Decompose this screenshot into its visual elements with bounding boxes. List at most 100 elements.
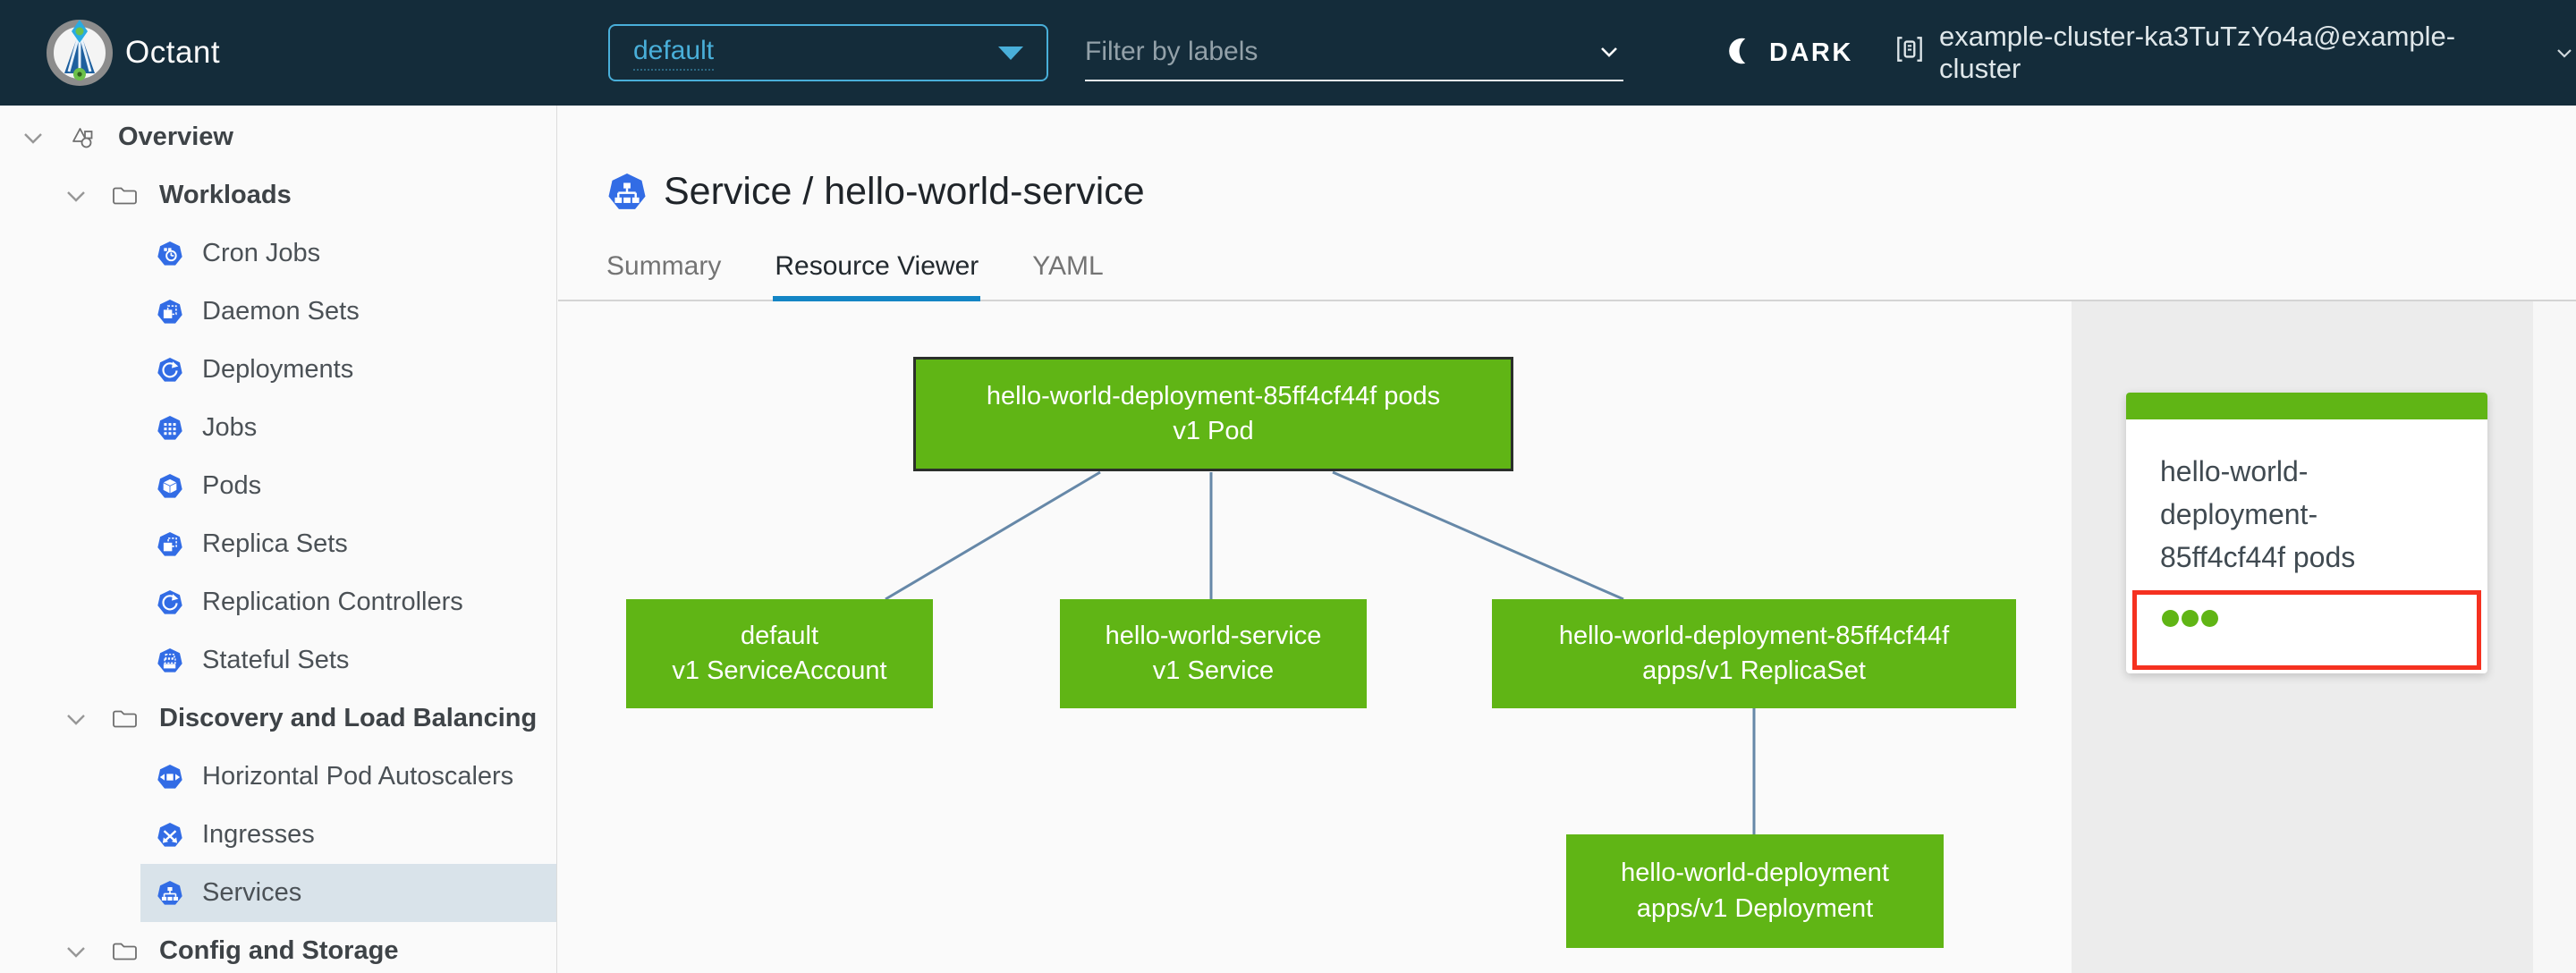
sidebar-item-label: Services: [202, 878, 302, 907]
node-kind: apps/v1 Deployment: [1636, 893, 1874, 923]
chevron-down-icon[interactable]: [64, 184, 91, 207]
page-header: Service / hello-world-service: [608, 170, 1145, 214]
tab-summary[interactable]: Summary: [605, 251, 723, 300]
sidebar-item-discovery-and-load-balancing[interactable]: Discovery and Load Balancing: [0, 690, 556, 748]
sidebar-item-label: Replication Controllers: [202, 588, 463, 616]
service-icon: [157, 880, 182, 906]
folder-icon: [111, 706, 138, 732]
node-name: hello-world-deployment-85ff4cf44f: [1558, 621, 1950, 650]
tab-resource-viewer[interactable]: Resource Viewer: [773, 251, 981, 301]
sidebar-item-horizontal-pod-autoscalers[interactable]: Horizontal Pod Autoscalers: [140, 748, 556, 806]
sidebar-item-config-and-storage[interactable]: Config and Storage: [0, 922, 556, 973]
theme-toggle-button[interactable]: DARK: [1724, 0, 1853, 106]
pod-ok-dot: [2182, 610, 2199, 627]
pod-detail-card[interactable]: hello-world-deployment-85ff4cf44f pods: [2126, 393, 2487, 673]
sidebar-item-cron-jobs[interactable]: Cron Jobs: [140, 224, 556, 283]
chevron-down-icon[interactable]: [64, 940, 91, 963]
card-title: hello-world-deployment-85ff4cf44f pods: [2160, 455, 2356, 573]
node-kind: apps/v1 ReplicaSet: [1642, 656, 1866, 685]
graph-node-deployment[interactable]: hello-world-deployment apps/v1 Deploymen…: [1566, 834, 1944, 948]
moon-icon: [1724, 35, 1757, 72]
scrollbar-track[interactable]: [2533, 301, 2576, 973]
sidebar-item-ingresses[interactable]: Ingresses: [140, 806, 556, 864]
chevron-down-icon[interactable]: [1595, 38, 1623, 66]
node-kind: v1 Pod: [1173, 417, 1254, 445]
context-switcher[interactable]: example-cluster-ka3TuTzYo4a@example-clus…: [1893, 0, 2576, 106]
sidebar-item-replica-sets[interactable]: Replica Sets: [140, 515, 556, 573]
label-filter-input[interactable]: Filter by labels: [1085, 24, 1623, 81]
sidebar-item-services[interactable]: Services: [140, 864, 556, 922]
node-kind: v1 ServiceAccount: [672, 656, 887, 685]
namespace-value: default: [633, 36, 715, 71]
sidebar-item-label: Daemon Sets: [202, 297, 360, 326]
tab-bar: Summary Resource Viewer YAML: [605, 251, 1106, 301]
sidebar-item-deployments[interactable]: Deployments: [140, 341, 556, 399]
chevron-down-icon: [2553, 41, 2576, 64]
octant-logo-icon: [45, 18, 114, 88]
sidebar-item-label: Discovery and Load Balancing: [159, 704, 538, 732]
sidebar-item-pods[interactable]: Pods: [140, 457, 556, 515]
octant-app: { "topbar": { "app_name": "Octant", "nam…: [0, 0, 2576, 973]
deployment-icon: [157, 357, 182, 383]
replicaset-icon: [157, 531, 182, 557]
card-status-bar: [2126, 393, 2487, 419]
node-name: hello-world-deployment: [1621, 859, 1889, 888]
sidebar-item-daemon-sets[interactable]: Daemon Sets: [140, 283, 556, 341]
pod-status-box[interactable]: [2132, 590, 2481, 670]
service-icon: [608, 173, 646, 211]
top-navbar: Octant default Filter by labels DARK exa…: [0, 0, 2576, 106]
sidebar-item-label: Cron Jobs: [202, 239, 321, 267]
node-name: hello-world-service: [1105, 621, 1322, 650]
objects-icon: [68, 123, 97, 152]
graph-node-serviceaccount[interactable]: default v1 ServiceAccount: [626, 599, 933, 708]
pod-ok-dot: [2201, 610, 2218, 627]
hpa-icon: [157, 764, 182, 790]
app-title: Octant: [125, 35, 221, 70]
label-filter-placeholder: Filter by labels: [1085, 37, 1258, 66]
sidebar-item-label: Ingresses: [202, 820, 315, 849]
sidebar-item-overview[interactable]: Overview: [0, 108, 556, 166]
ingress-icon: [157, 822, 182, 848]
daemonset-icon: [157, 299, 182, 325]
sidebar-item-label: Replica Sets: [202, 529, 348, 558]
sidebar-item-label: Stateful Sets: [202, 646, 350, 674]
sidebar-navigation: Overview Workloads Cron Jobs Daemon Sets Dep…: [0, 106, 557, 973]
sidebar-item-label: Horizontal Pod Autoscalers: [202, 762, 514, 791]
sidebar-item-label: Pods: [202, 471, 262, 500]
graph-edge: [885, 470, 1101, 601]
node-detail-panel: hello-world-deployment-85ff4cf44f pods: [2072, 301, 2533, 973]
page-title: Service / hello-world-service: [664, 170, 1145, 213]
pod-ok-dot: [2162, 610, 2179, 627]
sidebar-item-label: Overview: [118, 123, 233, 151]
sidebar-item-label: Workloads: [159, 181, 292, 209]
cronjob-icon: [157, 241, 182, 267]
node-name: default: [740, 621, 819, 650]
namespace-selector[interactable]: default: [608, 24, 1048, 81]
theme-toggle-label: DARK: [1769, 38, 1853, 67]
context-label: example-cluster-ka3TuTzYo4a@example-clus…: [1939, 21, 2456, 84]
node-name: hello-world-deployment-85ff4cf44f pods: [986, 381, 1441, 410]
chevron-down-icon[interactable]: [64, 707, 91, 731]
folder-icon: [111, 938, 138, 965]
sidebar-item-label: Jobs: [202, 413, 258, 442]
sidebar-item-workloads[interactable]: Workloads: [0, 166, 556, 224]
sidebar-item-label: Config and Storage: [159, 936, 399, 965]
chevron-down-icon[interactable]: [21, 126, 48, 149]
tab-yaml[interactable]: YAML: [1030, 251, 1105, 300]
graph-node-replicaset[interactable]: hello-world-deployment-85ff4cf44f apps/v…: [1492, 599, 2016, 708]
cluster-icon: [1893, 32, 1927, 73]
caret-down-icon: [998, 46, 1023, 60]
resource-viewer-canvas[interactable]: hello-world-deployment-85ff4cf44f pods v…: [558, 301, 2072, 973]
sidebar-item-stateful-sets[interactable]: Stateful Sets: [140, 631, 556, 690]
sidebar-item-replication-controllers[interactable]: Replication Controllers: [140, 573, 556, 631]
graph-node-pod[interactable]: hello-world-deployment-85ff4cf44f pods v…: [913, 357, 1513, 471]
pod-icon: [157, 473, 182, 499]
pod-status-dots: [2162, 610, 2221, 627]
sidebar-item-jobs[interactable]: Jobs: [140, 399, 556, 457]
graph-node-service[interactable]: hello-world-service v1 Service: [1060, 599, 1367, 708]
graph-edge: [1332, 470, 1624, 601]
node-kind: v1 Service: [1152, 656, 1275, 685]
folder-icon: [111, 182, 138, 209]
job-icon: [157, 415, 182, 441]
statefulset-icon: [157, 647, 182, 673]
